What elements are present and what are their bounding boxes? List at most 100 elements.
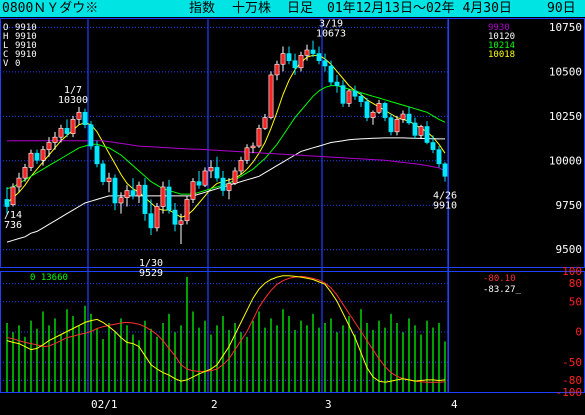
price-annotations: 3/19106731/7103001/3095294/269910/14736: [4, 19, 457, 279]
price-tick-label: 9750: [556, 199, 583, 212]
volume-bar: [294, 329, 296, 392]
volume-bar: [288, 316, 290, 392]
volume-bar: [162, 323, 164, 392]
candle-body: [376, 103, 382, 113]
volume-bar: [390, 313, 392, 392]
candle-body: [274, 63, 280, 76]
volume-bar: [36, 328, 38, 392]
volume-bar: [54, 318, 56, 392]
osc-readout-2: -83.27_: [483, 285, 522, 295]
candle-body: [244, 147, 250, 161]
volume-bar: [444, 341, 446, 392]
candle-body: [226, 183, 232, 191]
candle-body: [418, 126, 424, 136]
candle-body: [430, 142, 436, 150]
candle-body: [202, 170, 208, 186]
moving-average-lines: [6, 54, 446, 243]
volume-bar: [246, 336, 248, 392]
volume-bar: [306, 325, 308, 392]
price-tick-label: 10000: [549, 154, 582, 167]
volume-bar: [204, 320, 206, 392]
volume-bar: [210, 334, 212, 392]
price-annotation-label: 9910: [433, 200, 457, 211]
osc-tick-label: -50: [562, 356, 582, 369]
candle-body: [76, 111, 82, 120]
volume-bar: [408, 318, 410, 392]
volume-bar: [30, 320, 32, 392]
candle-body: [184, 199, 190, 222]
candle-body: [364, 101, 370, 118]
candle-body: [34, 152, 40, 161]
osc-tick-label: 80: [569, 277, 582, 290]
candle-body: [340, 85, 346, 104]
volume-bar: [48, 325, 50, 392]
month-label: 4: [451, 398, 458, 411]
volume-bar: [60, 334, 62, 392]
osc-tick-label: 50: [569, 295, 582, 308]
candle-body: [412, 122, 418, 136]
price-tick-label: 10750: [549, 21, 582, 34]
candle-body: [196, 181, 202, 186]
candle-body: [328, 65, 334, 83]
price-annotation-label: 10300: [58, 95, 88, 106]
candle-body: [310, 49, 316, 54]
osc-tick-label: 0: [575, 326, 582, 339]
volume-bar: [120, 318, 122, 392]
volume-bar: [174, 332, 176, 392]
volume-bar: [396, 323, 398, 392]
candle-body: [214, 167, 220, 179]
chart-window: 0800ＮＹダウ※ 指数 十万株 日足 01年12月13日〜02年 4月30日 …: [0, 0, 585, 415]
volume-bar: [252, 320, 254, 392]
volume-bar: [420, 334, 422, 392]
candle-body: [4, 199, 10, 207]
candle-body: [94, 145, 100, 165]
candles: [4, 40, 448, 245]
candle-body: [256, 127, 262, 147]
volume-bar: [192, 311, 194, 392]
candle-body: [208, 167, 214, 172]
candle-body: [154, 206, 160, 229]
candle-body: [352, 90, 358, 97]
candle-body: [16, 177, 22, 188]
volume-bar: [102, 339, 104, 392]
volume-bar: [96, 328, 98, 392]
candle-body: [28, 152, 34, 168]
volume-bar: [24, 336, 26, 392]
candle-body: [334, 81, 340, 86]
ma-line-ma4: [7, 140, 446, 172]
volume-bar: [402, 332, 404, 392]
volume-bar: [342, 325, 344, 392]
candle-body: [442, 163, 448, 177]
volume-bar: [216, 325, 218, 392]
candle-body: [10, 186, 16, 206]
month-label: 3: [325, 398, 332, 411]
price-axis-ticks: 10750 10500 10250 10000 9750 9500: [549, 21, 582, 256]
month-label: 2: [211, 398, 218, 411]
month-axis-labels: 02/1 2 3 4: [91, 398, 458, 411]
candle-body: [346, 90, 352, 104]
month-label: 02/1: [91, 398, 118, 411]
candle-body: [262, 117, 268, 129]
candle-body: [112, 177, 118, 204]
candle-body: [304, 49, 310, 56]
candle-body: [118, 197, 124, 204]
candle-body: [298, 55, 304, 69]
volume-bar: [84, 305, 86, 392]
candle-body: [88, 124, 94, 147]
candle-body: [406, 113, 412, 124]
candle-body: [220, 177, 226, 191]
ma-line-ma3: [6, 137, 445, 243]
volume-bar: [300, 320, 302, 392]
candle-body: [292, 60, 298, 69]
candle-body: [106, 177, 112, 182]
volume-bar: [12, 332, 14, 392]
volume-bar: [312, 313, 314, 392]
candle-body: [280, 53, 286, 65]
candle-body: [52, 136, 58, 143]
volume-bar: [264, 327, 266, 392]
candle-body: [22, 167, 28, 179]
volume-bar: [72, 316, 74, 392]
candle-body: [166, 186, 172, 211]
volume-bar: [6, 323, 8, 392]
candle-body: [424, 126, 430, 143]
